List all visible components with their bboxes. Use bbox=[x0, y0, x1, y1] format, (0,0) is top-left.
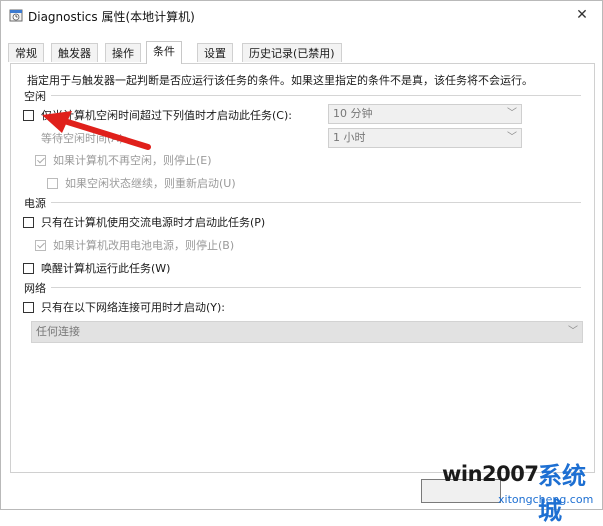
window-title: Diagnostics 属性(本地计算机) bbox=[28, 10, 195, 24]
chevron-down-icon: ﹀ bbox=[507, 132, 517, 143]
watermark-url: xitongcheng.com bbox=[498, 493, 594, 506]
network-checkbox[interactable] bbox=[23, 301, 34, 313]
wake-to-run-label: 唤醒计算机运行此任务(W) bbox=[41, 262, 171, 275]
wait-duration-select[interactable]: 1 小时 ﹀ bbox=[328, 128, 522, 148]
section-label-idle: 空闲 bbox=[24, 90, 46, 103]
network-option[interactable]: 只有在以下网络连接可用时才启动(Y): bbox=[23, 299, 225, 315]
tab-actions[interactable]: 操作 bbox=[105, 43, 141, 62]
idle-duration-select[interactable]: 10 分钟 ﹀ bbox=[328, 104, 522, 124]
chevron-down-icon: ﹀ bbox=[568, 326, 578, 337]
network-label: 只有在以下网络连接可用时才启动(Y): bbox=[41, 301, 226, 314]
watermark-logo: win2007 系统城 xitongcheng.com bbox=[436, 456, 603, 525]
tab-label: 设置 bbox=[204, 47, 226, 60]
red-arrow-annotation bbox=[42, 111, 151, 150]
section-label-power: 电源 bbox=[24, 197, 46, 210]
stop-on-battery-option[interactable]: 如果计算机改用电池电源，则停止(B) bbox=[35, 237, 234, 253]
wake-to-run-option[interactable]: 唤醒计算机运行此任务(W) bbox=[23, 260, 170, 276]
conditions-description: 指定用于与触发器一起判断是否应运行该任务的条件。如果这里指定的条件不是真，该任务… bbox=[27, 74, 533, 87]
restart-if-idle-checkbox[interactable] bbox=[47, 177, 58, 189]
tab-label: 历史记录(已禁用) bbox=[249, 47, 335, 60]
chevron-down-icon: ﹀ bbox=[507, 108, 517, 119]
ac-only-option[interactable]: 只有在计算机使用交流电源时才启动此任务(P) bbox=[23, 214, 265, 230]
network-connection-select[interactable]: 任何连接 ﹀ bbox=[31, 321, 583, 343]
close-icon: ✕ bbox=[576, 7, 588, 23]
title-bar: Diagnostics 属性(本地计算机) ✕ bbox=[1, 1, 602, 31]
wait-duration-value: 1 小时 bbox=[333, 131, 366, 144]
section-divider bbox=[51, 287, 581, 288]
tab-triggers[interactable]: 触发器 bbox=[51, 43, 98, 62]
tab-label: 操作 bbox=[112, 47, 134, 60]
tab-label: 条件 bbox=[153, 45, 175, 58]
tab-general[interactable]: 常规 bbox=[8, 43, 44, 62]
tab-label: 触发器 bbox=[58, 47, 91, 60]
ac-only-label: 只有在计算机使用交流电源时才启动此任务(P) bbox=[41, 216, 266, 229]
stop-if-not-idle-label: 如果计算机不再空闲，则停止(E) bbox=[53, 154, 212, 167]
task-scheduler-icon bbox=[9, 9, 23, 22]
properties-dialog: Diagnostics 属性(本地计算机) ✕ 常规 触发器 操作 条件 设置 … bbox=[0, 0, 603, 525]
tab-settings[interactable]: 设置 bbox=[197, 43, 233, 62]
close-button[interactable]: ✕ bbox=[570, 5, 594, 25]
start-if-idle-checkbox[interactable] bbox=[23, 109, 34, 121]
tab-history[interactable]: 历史记录(已禁用) bbox=[242, 43, 342, 62]
restart-if-idle-option[interactable]: 如果空闲状态继续，则重新启动(U) bbox=[47, 175, 236, 191]
stop-if-not-idle-option[interactable]: 如果计算机不再空闲，则停止(E) bbox=[35, 152, 212, 168]
stop-on-battery-label: 如果计算机改用电池电源，则停止(B) bbox=[53, 239, 235, 252]
stop-if-not-idle-checkbox[interactable] bbox=[35, 154, 46, 166]
ac-only-checkbox[interactable] bbox=[23, 216, 34, 228]
section-label-network: 网络 bbox=[24, 282, 46, 295]
idle-duration-value: 10 分钟 bbox=[333, 107, 373, 120]
watermark-cn: 系统城 bbox=[538, 462, 586, 525]
network-connection-value: 任何连接 bbox=[36, 325, 80, 338]
watermark-text: win2007 bbox=[442, 462, 539, 486]
tab-label: 常规 bbox=[15, 47, 37, 60]
section-divider bbox=[51, 202, 581, 203]
section-divider bbox=[51, 95, 581, 96]
wake-to-run-checkbox[interactable] bbox=[23, 262, 34, 274]
stop-on-battery-checkbox[interactable] bbox=[35, 239, 46, 251]
tab-conditions[interactable]: 条件 bbox=[146, 41, 182, 64]
restart-if-idle-label: 如果空闲状态继续，则重新启动(U) bbox=[65, 177, 236, 190]
tab-strip: 常规 触发器 操作 条件 设置 历史记录(已禁用) bbox=[8, 41, 598, 64]
